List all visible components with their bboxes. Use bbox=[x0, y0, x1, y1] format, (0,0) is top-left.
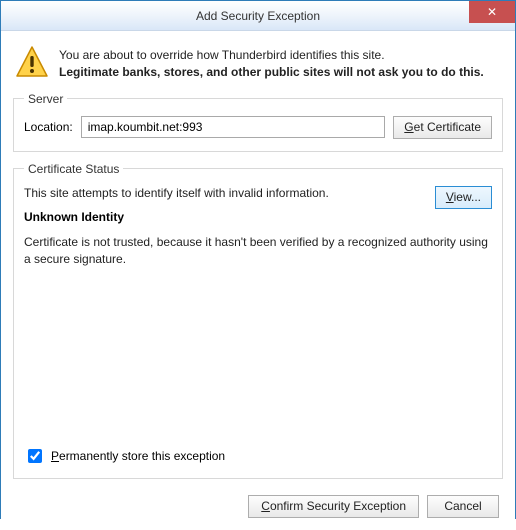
location-input[interactable] bbox=[81, 116, 386, 138]
dialog-content: You are about to override how Thunderbir… bbox=[1, 31, 515, 530]
cancel-button[interactable]: Cancel bbox=[427, 495, 499, 518]
dialog-footer: Confirm Security Exception Cancel bbox=[13, 489, 503, 518]
warning-row: You are about to override how Thunderbir… bbox=[13, 41, 503, 92]
titlebar: Add Security Exception ✕ bbox=[1, 1, 515, 31]
close-icon: ✕ bbox=[487, 5, 497, 19]
cert-status-body: Certificate is not trusted, because it h… bbox=[24, 234, 492, 268]
warning-text: You are about to override how Thunderbir… bbox=[59, 45, 484, 82]
get-cert-mnemonic: G bbox=[404, 120, 413, 134]
get-certificate-button[interactable]: Get Certificate bbox=[393, 116, 492, 139]
get-cert-text: et Certificate bbox=[414, 120, 481, 134]
confirm-mnemonic: C bbox=[261, 499, 270, 513]
permanently-store-label[interactable]: Permanently store this exception bbox=[51, 449, 225, 463]
warning-icon bbox=[15, 45, 49, 79]
cert-status-desc: This site attempts to identify itself wi… bbox=[24, 186, 492, 200]
view-button[interactable]: View... bbox=[435, 186, 492, 209]
server-legend: Server bbox=[24, 92, 67, 106]
view-text: iew... bbox=[454, 190, 481, 204]
window-title: Add Security Exception bbox=[196, 9, 320, 23]
warning-line1: You are about to override how Thunderbir… bbox=[59, 47, 484, 64]
close-button[interactable]: ✕ bbox=[469, 1, 515, 23]
perm-mnemonic: P bbox=[51, 449, 59, 463]
warning-line2: Legitimate banks, stores, and other publ… bbox=[59, 64, 484, 81]
certificate-status-legend: Certificate Status bbox=[24, 162, 123, 176]
confirm-text: onfirm Security Exception bbox=[270, 499, 406, 513]
certificate-status-group: Certificate Status View... This site att… bbox=[13, 162, 503, 479]
location-label: Location: bbox=[24, 120, 73, 134]
server-group: Server Location: Get Certificate bbox=[13, 92, 503, 152]
perm-text: ermanently store this exception bbox=[59, 449, 225, 463]
cert-status-heading: Unknown Identity bbox=[24, 210, 492, 224]
confirm-security-exception-button[interactable]: Confirm Security Exception bbox=[248, 495, 419, 518]
view-mnemonic: V bbox=[446, 190, 454, 204]
permanently-store-checkbox[interactable] bbox=[28, 449, 42, 463]
